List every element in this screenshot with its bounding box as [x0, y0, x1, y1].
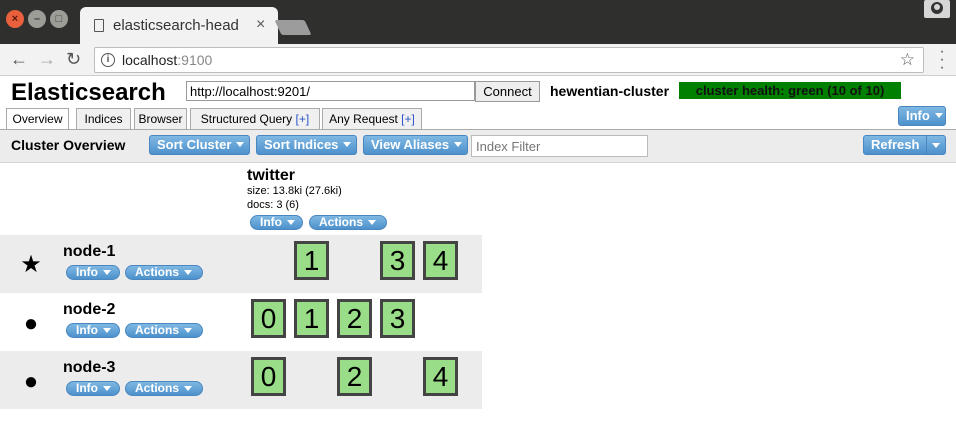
refresh-button[interactable]: Refresh [863, 135, 927, 155]
user-profile-button[interactable] [924, 0, 950, 18]
cluster-health-badge: cluster health: green (10 of 10) [679, 82, 901, 99]
index-name: twitter [247, 167, 295, 184]
chevron-down-icon [184, 270, 193, 275]
shard-box[interactable]: 3 [380, 241, 415, 280]
shard-box[interactable]: 4 [423, 357, 458, 396]
connect-button[interactable]: Connect [475, 81, 540, 102]
browser-titlebar: × – □ elasticsearch-head × [0, 0, 956, 44]
window-minimize-button[interactable]: – [28, 10, 46, 28]
sort-indices-button[interactable]: Sort Indices [256, 135, 357, 155]
circle-icon: ● [23, 310, 39, 337]
document-icon [94, 19, 104, 32]
chevron-down-icon [343, 142, 352, 147]
window-maximize-button[interactable]: □ [50, 10, 68, 28]
node-name: node-3 [63, 359, 116, 376]
tab-browser[interactable]: Browser [134, 108, 187, 129]
site-info-icon[interactable]: i [101, 53, 115, 67]
cluster-url-input[interactable] [186, 81, 475, 101]
back-arrow-icon[interactable]: ← [10, 48, 28, 70]
user-icon [931, 2, 943, 14]
chevron-down-icon [236, 142, 245, 147]
refresh-dropdown-button[interactable] [926, 135, 946, 155]
node-row: ★ node-1 Info Actions 1 3 4 [0, 235, 482, 293]
browser-menu-icon[interactable]: · · · [938, 44, 946, 76]
node-info-button[interactable]: Info [66, 323, 120, 338]
shard-box[interactable]: 3 [380, 299, 415, 338]
index-info-button[interactable]: Info [250, 215, 303, 230]
index-filter-input[interactable] [471, 135, 648, 157]
node-row: ● node-2 Info Actions 0 1 2 3 [0, 293, 482, 351]
tab-any-request[interactable]: Any Request [+] [322, 108, 422, 129]
node-name: node-1 [63, 243, 116, 260]
shard-box[interactable]: 0 [251, 299, 286, 338]
index-actions-button[interactable]: Actions [309, 215, 387, 230]
view-aliases-button[interactable]: View Aliases [363, 135, 468, 155]
shard-box[interactable]: 2 [337, 357, 372, 396]
sort-cluster-button[interactable]: Sort Cluster [149, 135, 250, 155]
index-size: size: 13.8ki (27.6ki) [247, 185, 342, 197]
chevron-down-icon [103, 328, 111, 333]
shard-box[interactable]: 2 [337, 299, 372, 338]
star-icon: ★ [20, 251, 42, 278]
chevron-down-icon [368, 220, 377, 225]
tab-close-icon[interactable]: × [256, 16, 265, 34]
chevron-down-icon [454, 142, 463, 147]
new-tab-button[interactable] [274, 20, 312, 35]
chevron-down-icon [184, 328, 193, 333]
node-actions-button[interactable]: Actions [125, 381, 203, 396]
index-docs: docs: 3 (6) [247, 199, 299, 211]
node-actions-button[interactable]: Actions [125, 323, 203, 338]
chevron-down-icon [932, 143, 940, 148]
shard-box[interactable]: 4 [423, 241, 458, 280]
browser-tab[interactable]: elasticsearch-head × [80, 7, 278, 44]
node-info-button[interactable]: Info [66, 381, 120, 396]
chevron-down-icon [103, 270, 111, 275]
node-row: ● node-3 Info Actions 0 2 4 [0, 351, 482, 409]
node-actions-button[interactable]: Actions [125, 265, 203, 280]
tab-overview[interactable]: Overview [6, 108, 69, 130]
shard-box[interactable]: 0 [251, 357, 286, 396]
reload-icon[interactable]: ↻ [66, 48, 81, 70]
address-url: localhost:9100 [122, 52, 213, 68]
chevron-down-icon [287, 220, 295, 225]
browser-toolbar: ← → ↻ i localhost:9100 ☆ · · · [0, 44, 956, 76]
browser-tab-title: elasticsearch-head [113, 17, 239, 34]
cluster-overview-title: Cluster Overview [11, 137, 126, 153]
circle-icon: ● [23, 368, 39, 395]
app-title: Elasticsearch [11, 79, 166, 106]
node-info-button[interactable]: Info [66, 265, 120, 280]
tab-structured-query[interactable]: Structured Query [+] [190, 108, 320, 129]
app-info-button[interactable]: Info [898, 106, 946, 126]
chevron-down-icon [103, 386, 111, 391]
chevron-down-icon [184, 386, 193, 391]
address-bar[interactable]: i localhost:9100 ☆ [94, 47, 924, 73]
chevron-down-icon [934, 113, 943, 118]
node-name: node-2 [63, 301, 116, 318]
forward-arrow-icon[interactable]: → [38, 48, 56, 70]
cluster-name: hewentian-cluster [550, 83, 670, 99]
tab-indices[interactable]: Indices [76, 108, 131, 129]
shard-box[interactable]: 1 [294, 299, 329, 338]
window-close-button[interactable]: × [6, 10, 24, 28]
shard-box[interactable]: 1 [294, 241, 329, 280]
bookmark-star-icon[interactable]: ☆ [900, 50, 915, 70]
